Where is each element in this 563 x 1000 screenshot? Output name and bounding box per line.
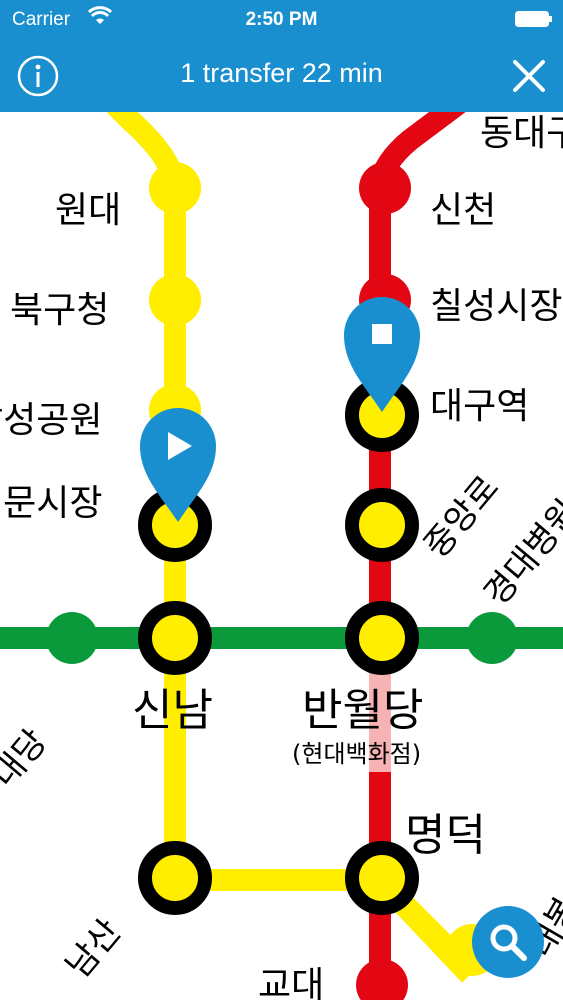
station-sincheon-dot[interactable]	[359, 162, 411, 214]
route-summary-title: 1 transfer 22 min	[180, 58, 383, 88]
top-bar: Carrier 2:50 PM 1 transfer 22 min	[0, 0, 563, 112]
station-banwoldang-ring[interactable]	[345, 601, 419, 675]
station-naedang-dot[interactable]	[46, 612, 98, 664]
label-chilseong: 칠성시장	[430, 286, 562, 327]
label-wondae: 원대	[55, 190, 121, 231]
label-namsan: 남산	[58, 912, 129, 986]
station-bukgu-dot[interactable]	[149, 274, 201, 326]
label-dongdaegu: 동대구	[480, 113, 563, 154]
label-seomun: 서문시장	[0, 483, 102, 524]
label-sinnam: 신남	[132, 685, 213, 736]
close-icon	[513, 60, 545, 92]
station-sinnam-ring[interactable]	[138, 601, 212, 675]
station-wondae-dot[interactable]	[149, 162, 201, 214]
search-icon	[490, 924, 527, 961]
nav-bar: 1 transfer 22 min	[0, 38, 563, 112]
status-time: 2:50 PM	[245, 9, 318, 30]
subway-map[interactable]: 동대구 신천 칠성시장 대구역 중앙로 경대병원 원대 북구청 달성공원 서문시…	[0, 0, 563, 1000]
close-button[interactable]	[509, 56, 549, 96]
label-banwoldang-sub: (현대백화점)	[292, 740, 421, 768]
station-namsan-ring[interactable]	[138, 841, 212, 915]
label-gyodae: 교대	[258, 965, 324, 1000]
label-dalseong: 달성공원	[0, 400, 102, 441]
label-naedang: 내당	[0, 722, 55, 796]
label-daegu: 대구역	[430, 386, 529, 427]
search-button[interactable]	[472, 906, 544, 978]
status-bar: Carrier 2:50 PM	[0, 0, 563, 38]
battery-icon	[515, 11, 552, 27]
label-sincheon: 신천	[430, 190, 496, 231]
station-myeongdeok-ring[interactable]	[345, 841, 419, 915]
station-jungangno-ring[interactable]	[345, 488, 419, 562]
station-gyodae-dot[interactable]	[356, 959, 408, 1000]
label-myeongdeok: 명덕	[405, 810, 486, 861]
station-gyeongdae-dot[interactable]	[466, 612, 518, 664]
label-jungangno: 중앙로	[416, 468, 507, 566]
label-bukgu: 북구청	[10, 290, 109, 331]
label-banwoldang: 반월당	[302, 685, 423, 736]
